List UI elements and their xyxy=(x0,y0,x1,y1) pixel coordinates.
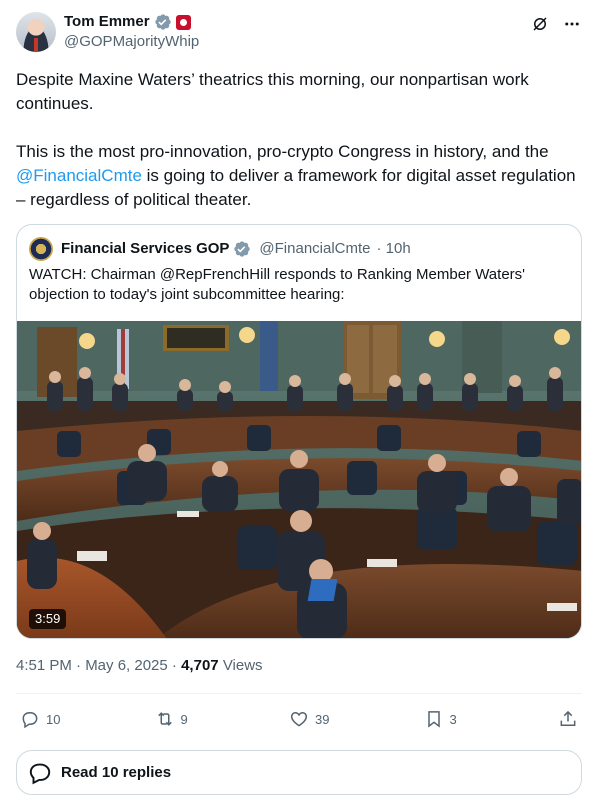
affiliation-badge-icon[interactable] xyxy=(175,14,191,30)
video-duration-badge: 3:59 xyxy=(29,609,67,629)
action-bar: 10 9 39 3 xyxy=(16,704,582,734)
author-name-row: Tom Emmer xyxy=(64,13,191,31)
reply-count: 10 xyxy=(46,711,61,727)
tweet-meta: 4:51 PM · May 6, 2025 · 4,707 Views xyxy=(16,656,263,676)
read-replies-button[interactable]: Read 10 replies xyxy=(16,750,582,795)
reply-icon xyxy=(22,712,38,729)
read-replies-label: Read 10 replies xyxy=(61,764,172,781)
timestamp[interactable]: 4:51 PM · May 6, 2025 xyxy=(16,657,168,674)
tweet-text-segment: This is the most pro-innovation, pro-cry… xyxy=(16,142,549,161)
meta-separator: · xyxy=(171,657,177,674)
mention-link[interactable]: @FinancialCmte xyxy=(16,166,142,185)
header-actions xyxy=(530,14,582,34)
bookmark-button[interactable]: 3 xyxy=(424,709,484,729)
repost-button[interactable]: 9 xyxy=(155,709,215,729)
bookmark-icon xyxy=(427,711,440,728)
quoted-tweet-header: Financial Services GOP @FinancialCmte · … xyxy=(29,237,411,261)
tweet-header: Tom Emmer @GOPMajorityWhip xyxy=(16,12,582,56)
quoted-author-avatar[interactable] xyxy=(29,237,53,261)
quoted-author-handle[interactable]: @FinancialCmte xyxy=(259,239,370,259)
tweet-text: Despite Maxine Waters’ theatrics this mo… xyxy=(16,68,582,212)
heart-icon xyxy=(290,711,308,727)
bookmark-count: 3 xyxy=(449,711,457,727)
tweet-paragraph-2: This is the most pro-innovation, pro-cry… xyxy=(16,140,582,212)
quoted-author-name[interactable]: Financial Services GOP xyxy=(61,239,229,259)
hearing-room-video-thumbnail xyxy=(17,321,581,638)
like-count: 39 xyxy=(315,711,330,727)
quoted-timestamp[interactable]: · 10h xyxy=(377,239,411,259)
more-options-icon[interactable] xyxy=(562,14,582,34)
author-handle[interactable]: @GOPMajorityWhip xyxy=(64,33,199,51)
quoted-tweet-text: WATCH: Chairman @RepFrenchHill responds … xyxy=(29,266,526,303)
share-icon xyxy=(560,710,576,726)
grok-icon[interactable] xyxy=(530,14,550,34)
views-count: 4,707 xyxy=(181,657,219,674)
author-name[interactable]: Tom Emmer xyxy=(64,13,150,31)
tweet-paragraph-1: Despite Maxine Waters’ theatrics this mo… xyxy=(16,70,529,113)
divider xyxy=(16,693,582,694)
verified-badge-icon xyxy=(234,241,251,257)
like-button[interactable]: 39 xyxy=(289,709,349,729)
verified-badge-icon xyxy=(154,14,171,30)
views-label: Views xyxy=(222,657,263,674)
repost-count: 9 xyxy=(180,711,188,727)
reply-bubble-icon xyxy=(29,763,51,784)
repost-icon xyxy=(157,712,172,726)
quoted-tweet[interactable]: Financial Services GOP @FinancialCmte · … xyxy=(16,224,582,639)
video-player[interactable]: 3:59 xyxy=(17,321,581,638)
reply-button[interactable]: 10 xyxy=(20,709,80,729)
author-avatar[interactable] xyxy=(16,12,56,52)
share-button[interactable] xyxy=(558,709,578,729)
